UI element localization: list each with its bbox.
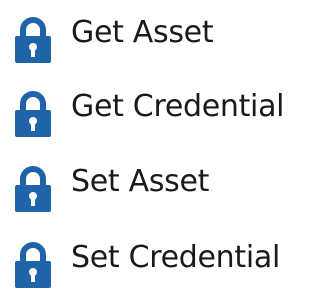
lock-icon bbox=[12, 91, 54, 137]
activity-label: Get Credential bbox=[71, 89, 285, 124]
activity-item-get-credential[interactable]: Get Credential bbox=[0, 81, 303, 141]
activity-item-set-asset[interactable]: Set Asset bbox=[0, 156, 303, 216]
activity-label: Set Asset bbox=[71, 164, 210, 199]
lock-icon bbox=[12, 242, 54, 288]
activity-label: Get Asset bbox=[71, 15, 214, 50]
activity-label: Set Credential bbox=[71, 240, 281, 275]
activity-item-set-credential[interactable]: Set Credential bbox=[0, 232, 303, 292]
activity-list: Get Asset Get Credential Set Asset Set C… bbox=[0, 0, 303, 298]
lock-icon bbox=[12, 17, 54, 63]
activity-item-get-asset[interactable]: Get Asset bbox=[0, 7, 303, 67]
lock-icon bbox=[12, 166, 54, 212]
